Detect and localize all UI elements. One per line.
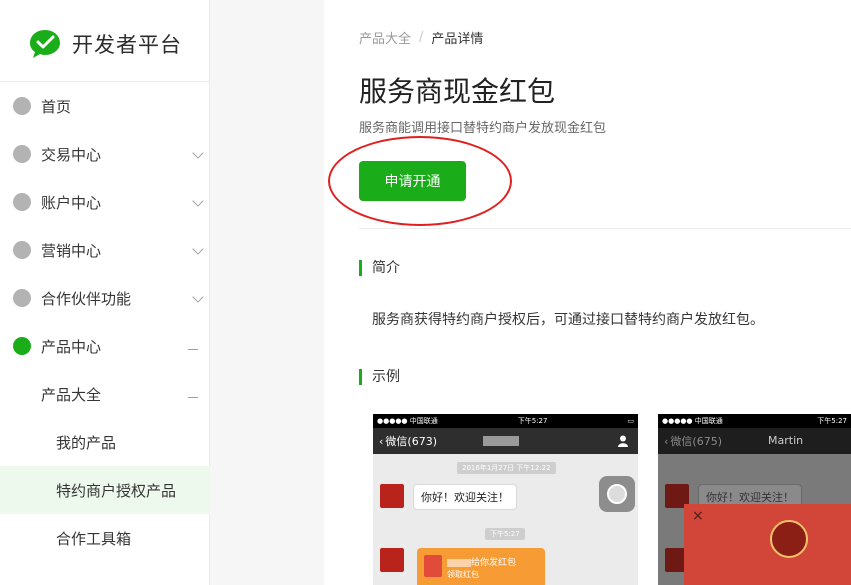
collapse-dash-icon bbox=[188, 397, 198, 398]
assistive-touch-icon bbox=[599, 476, 635, 512]
chevron-down-icon bbox=[192, 195, 204, 207]
wechat-pay-logo-icon bbox=[30, 30, 60, 58]
blurred-sender bbox=[447, 558, 471, 567]
person-icon bbox=[618, 435, 628, 447]
sidebar-item-partner[interactable]: 合作伙伴功能 bbox=[0, 274, 210, 322]
menu-dot-active-icon bbox=[13, 337, 31, 355]
breadcrumb-separator: / bbox=[419, 30, 424, 45]
official-avatar-icon bbox=[380, 548, 404, 572]
sidebar-item-label: 交易中心 bbox=[41, 145, 102, 164]
date-badge: 2016年1月27日 下午12:22 bbox=[457, 462, 556, 474]
apply-button[interactable]: 申请开通 bbox=[359, 161, 466, 201]
red-packet-icon bbox=[424, 555, 442, 577]
contact-name: Martin bbox=[768, 434, 804, 447]
content-divider bbox=[359, 228, 851, 229]
sidebar-item-label: 账户中心 bbox=[41, 193, 102, 212]
chevron-down-icon bbox=[192, 291, 204, 303]
sidebar-item-label: 合作伙伴功能 bbox=[41, 289, 132, 308]
back-chevron-icon: ‹ bbox=[664, 434, 669, 448]
chevron-down-icon bbox=[192, 147, 204, 159]
sidebar-item-label: 合作工具箱 bbox=[56, 529, 132, 548]
back-chevron-icon: ‹ bbox=[379, 434, 384, 448]
intro-heading: 简介 bbox=[359, 260, 400, 276]
sidebar-item-label: 营销中心 bbox=[41, 241, 102, 260]
red-packet-message: 给你发红包 领取红包 bbox=[417, 548, 545, 585]
sidebar-item-account[interactable]: 账户中心 bbox=[0, 178, 210, 226]
intro-text: 服务商获得特约商户授权后，可通过接口替特约商户发放红包。 bbox=[372, 312, 764, 328]
main-content: 产品大全 / 产品详情 服务商现金红包 服务商能调用接口替特约商户发放现金红包 … bbox=[324, 0, 851, 585]
sidebar-item-authorized-products[interactable]: 特约商户授权产品 bbox=[0, 466, 210, 514]
menu-dot-icon bbox=[13, 289, 31, 307]
chat-navbar: ‹ 微信(675) Martin bbox=[658, 428, 851, 454]
menu-dot-icon bbox=[13, 241, 31, 259]
example-screenshot-1: ●●●●● 中国联通 下午5:27 ▭ ‹ 微信(673) 2016年1月27日… bbox=[373, 414, 638, 585]
back-label: 微信(675) bbox=[670, 435, 722, 448]
clock-text: 下午5:27 bbox=[517, 417, 548, 425]
red-packet-text: 给你发红包 bbox=[471, 558, 517, 568]
blurred-contact-name bbox=[483, 436, 519, 446]
sidebar-item-product-center[interactable]: 产品中心 bbox=[0, 322, 210, 370]
back-label: 微信(673) bbox=[385, 435, 437, 448]
red-packet-action: 领取红包 bbox=[447, 570, 479, 579]
red-packet-open-icon[interactable] bbox=[770, 520, 808, 558]
sidebar: 开发者平台 首页 交易中心 账户中心 营销中心 合作伙伴功能 产品中心 产品大全… bbox=[0, 0, 210, 585]
sidebar-item-label: 产品中心 bbox=[41, 337, 102, 356]
chat-navbar: ‹ 微信(673) bbox=[373, 428, 638, 454]
sidebar-item-product-all[interactable]: 产品大全 bbox=[0, 370, 210, 418]
greeting-bubble: 你好！欢迎关注！ bbox=[413, 484, 517, 510]
breadcrumb: 产品大全 / 产品详情 bbox=[359, 28, 483, 47]
breadcrumb-parent-link[interactable]: 产品大全 bbox=[359, 28, 411, 47]
official-avatar-icon bbox=[380, 484, 404, 508]
collapse-dash-icon bbox=[188, 349, 198, 350]
sidebar-item-home[interactable]: 首页 bbox=[0, 82, 210, 130]
status-bar: ●●●●● 中国联通 下午5:27 bbox=[658, 414, 851, 428]
menu-dot-icon bbox=[13, 193, 31, 211]
red-packet-popup: × bbox=[684, 504, 851, 585]
sidebar-item-label: 产品大全 bbox=[41, 385, 102, 404]
logo[interactable]: 开发者平台 bbox=[28, 26, 182, 62]
sidebar-item-marketing[interactable]: 营销中心 bbox=[0, 226, 210, 274]
status-bar: ●●●●● 中国联通 下午5:27 ▭ bbox=[373, 414, 638, 428]
chevron-down-icon bbox=[192, 243, 204, 255]
sidebar-item-toolbox[interactable]: 合作工具箱 bbox=[0, 514, 210, 562]
carrier-text: ●●●●● 中国联通 bbox=[377, 417, 438, 425]
menu-dot-icon bbox=[13, 145, 31, 163]
sidebar-item-my-products[interactable]: 我的产品 bbox=[0, 418, 210, 466]
carrier-text: ●●●●● 中国联通 bbox=[662, 417, 723, 425]
example-screenshot-2: ●●●●● 中国联通 下午5:27 ‹ 微信(675) Martin 你好！欢迎… bbox=[658, 414, 851, 585]
battery-icon: ▭ bbox=[627, 417, 634, 425]
time-badge: 下午5:27 bbox=[485, 528, 525, 540]
page-description: 服务商能调用接口替特约商户发放现金红包 bbox=[359, 121, 607, 136]
clock-text: 下午5:27 bbox=[817, 417, 847, 425]
menu-dot-icon bbox=[13, 97, 31, 115]
sidebar-menu: 首页 交易中心 账户中心 营销中心 合作伙伴功能 产品中心 产品大全 我的产品 … bbox=[0, 82, 210, 562]
sidebar-item-label: 特约商户授权产品 bbox=[56, 481, 177, 500]
page-title: 服务商现金红包 bbox=[359, 75, 556, 108]
red-packet-title: 给你发红包 bbox=[447, 555, 516, 568]
sidebar-item-trade[interactable]: 交易中心 bbox=[0, 130, 210, 178]
logo-text: 开发者平台 bbox=[72, 33, 182, 57]
close-icon[interactable]: × bbox=[692, 508, 704, 524]
sidebar-item-label: 我的产品 bbox=[56, 433, 117, 452]
example-heading: 示例 bbox=[359, 369, 400, 385]
breadcrumb-current: 产品详情 bbox=[431, 32, 484, 47]
sidebar-item-label: 首页 bbox=[41, 97, 72, 116]
